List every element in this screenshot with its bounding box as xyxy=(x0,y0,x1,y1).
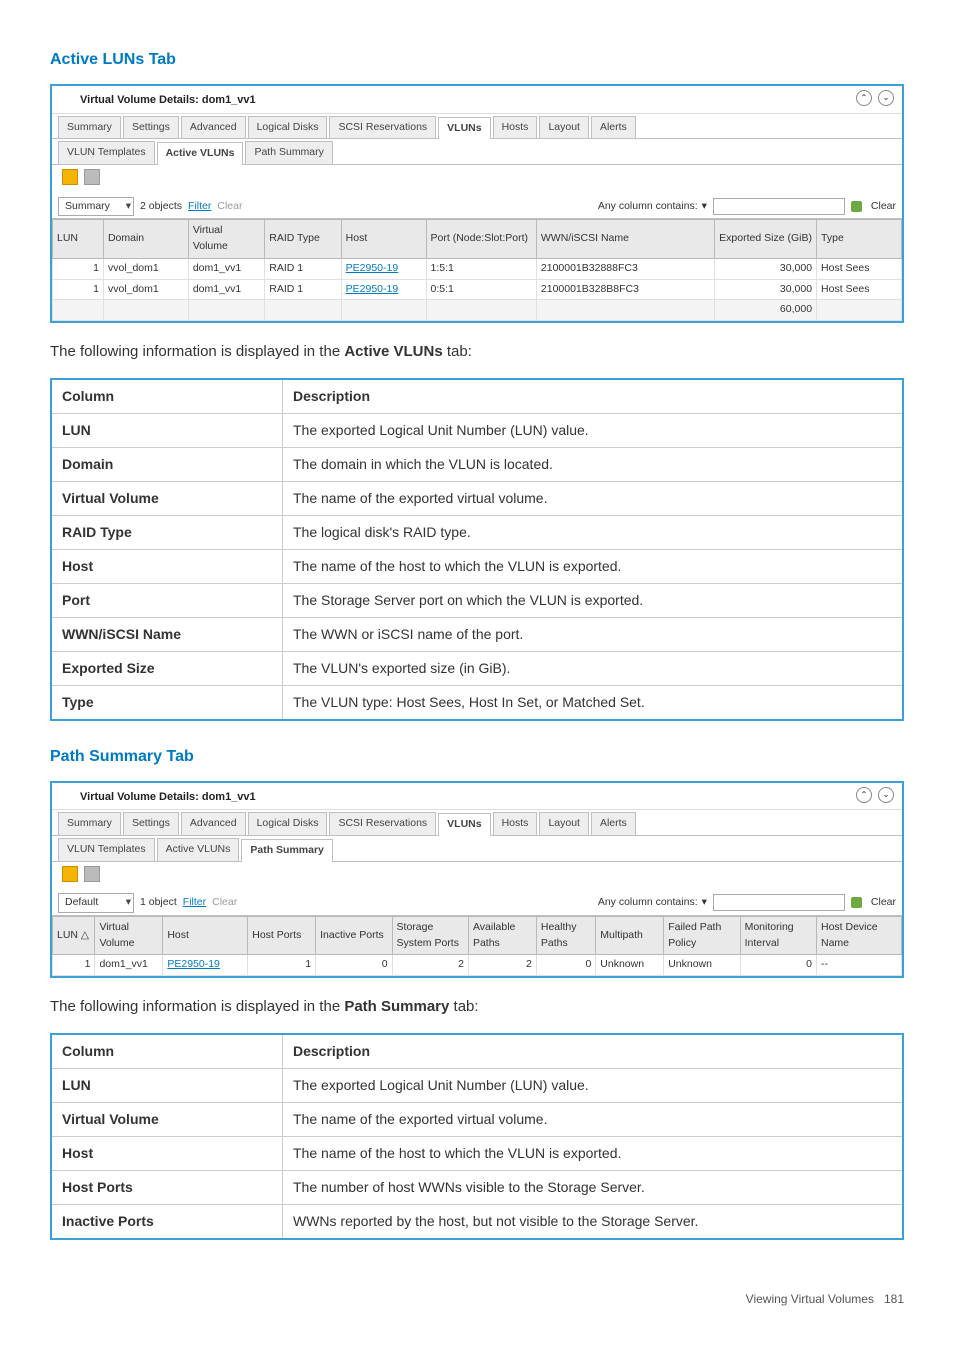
table-row[interactable]: 1 dom1_vv1 PE2950-19 1 0 2 2 0 Unknown U… xyxy=(53,955,902,976)
view-combo[interactable]: Summary xyxy=(58,197,134,217)
refresh-icon[interactable] xyxy=(62,169,78,185)
section1-intro: The following information is displayed i… xyxy=(50,341,904,364)
tab-settings[interactable]: Settings xyxy=(123,812,179,835)
clear-link: Clear xyxy=(212,895,237,911)
tab-logical-disks[interactable]: Logical Disks xyxy=(248,812,328,835)
col-type[interactable]: Type xyxy=(817,220,902,259)
col-domain[interactable]: Domain xyxy=(103,220,188,259)
tab-advanced[interactable]: Advanced xyxy=(181,812,246,835)
page-footer: Viewing Virtual Volumes 181 xyxy=(50,1290,904,1308)
icon-row xyxy=(52,165,902,195)
collapse-up-icon[interactable]: ⌃ xyxy=(856,90,872,106)
clear-button[interactable]: Clear xyxy=(871,895,896,911)
tab-alerts[interactable]: Alerts xyxy=(591,116,636,139)
col-raid[interactable]: RAID Type xyxy=(265,220,341,259)
col-lun[interactable]: LUN △ xyxy=(53,916,95,955)
col-avail-paths[interactable]: Available Paths xyxy=(468,916,536,955)
pin-icon[interactable] xyxy=(851,201,862,212)
section2-intro: The following information is displayed i… xyxy=(50,996,904,1019)
section2-desc-table: ColumnDescription LUNThe exported Logica… xyxy=(50,1033,904,1240)
col-wwn[interactable]: WWN/iSCSI Name xyxy=(536,220,714,259)
panel-title-text: Virtual Volume Details: dom1_vv1 xyxy=(80,94,256,106)
collapse-up-icon[interactable]: ⌃ xyxy=(856,787,872,803)
tab-settings[interactable]: Settings xyxy=(123,116,179,139)
col-host-ports[interactable]: Host Ports xyxy=(248,916,316,955)
col-multipath[interactable]: Multipath xyxy=(596,916,664,955)
tab-layout[interactable]: Layout xyxy=(539,812,589,835)
tab-summary[interactable]: Summary xyxy=(58,812,121,835)
tab-scsi-reservations[interactable]: SCSI Reservations xyxy=(329,116,436,139)
view-combo[interactable]: Default xyxy=(58,893,134,913)
col-storage-ports[interactable]: Storage System Ports xyxy=(392,916,468,955)
tab-vluns[interactable]: VLUNs xyxy=(438,117,490,140)
search-input[interactable] xyxy=(713,894,845,911)
subtab-vlun-templates[interactable]: VLUN Templates xyxy=(58,838,155,861)
anycol-label: Any column contains:▾ xyxy=(598,199,707,215)
subtab-active-vluns[interactable]: Active VLUNs xyxy=(157,838,240,861)
table-footer: 60,000 xyxy=(53,300,902,321)
col-inactive-ports[interactable]: Inactive Ports xyxy=(316,916,392,955)
filter-link[interactable]: Filter xyxy=(183,895,206,911)
sub-tabs: VLUN Templates Active VLUNs Path Summary xyxy=(52,139,902,165)
col-vv[interactable]: Virtual Volume xyxy=(188,220,264,259)
subtab-path-summary[interactable]: Path Summary xyxy=(241,839,333,862)
filter-toolbar-2: Default 1 object Filter Clear Any column… xyxy=(52,891,902,916)
tab-summary[interactable]: Summary xyxy=(58,116,121,139)
collapse-down-icon[interactable]: ⌄ xyxy=(878,90,894,106)
subtab-active-vluns[interactable]: Active VLUNs xyxy=(157,142,244,165)
panel-path-summary: Virtual Volume Details: dom1_vv1 ⌃ ⌄ Sum… xyxy=(50,781,904,979)
anycol-label: Any column contains:▾ xyxy=(598,895,707,911)
tab-scsi-reservations[interactable]: SCSI Reservations xyxy=(329,812,436,835)
object-count: 1 object xyxy=(140,895,177,911)
col-host[interactable]: Host xyxy=(163,916,248,955)
panel-active-vluns: Virtual Volume Details: dom1_vv1 ⌃ ⌄ Sum… xyxy=(50,84,904,323)
search-input[interactable] xyxy=(713,198,845,215)
print-icon[interactable] xyxy=(84,866,100,882)
col-host[interactable]: Host xyxy=(341,220,426,259)
collapse-down-icon[interactable]: ⌄ xyxy=(878,787,894,803)
col-lun[interactable]: LUN xyxy=(53,220,104,259)
tab-advanced[interactable]: Advanced xyxy=(181,116,246,139)
main-tabs: Summary Settings Advanced Logical Disks … xyxy=(52,114,902,140)
filter-toolbar: Summary 2 objects Filter Clear Any colum… xyxy=(52,195,902,220)
clear-link: Clear xyxy=(217,199,242,215)
tab-vluns[interactable]: VLUNs xyxy=(438,813,490,836)
col-port[interactable]: Port (Node:Slot:Port) xyxy=(426,220,536,259)
tab-hosts[interactable]: Hosts xyxy=(493,116,538,139)
panel2-title: Virtual Volume Details: dom1_vv1 ⌃ ⌄ xyxy=(52,783,902,811)
main-tabs-2: Summary Settings Advanced Logical Disks … xyxy=(52,810,902,836)
tab-alerts[interactable]: Alerts xyxy=(591,812,636,835)
col-size[interactable]: Exported Size (GiB) xyxy=(715,220,817,259)
tab-logical-disks[interactable]: Logical Disks xyxy=(248,116,328,139)
col-healthy-paths[interactable]: Healthy Paths xyxy=(536,916,595,955)
col-host-device[interactable]: Host Device Name xyxy=(817,916,902,955)
refresh-icon[interactable] xyxy=(62,866,78,882)
subtab-vlun-templates[interactable]: VLUN Templates xyxy=(58,141,155,164)
subtab-path-summary[interactable]: Path Summary xyxy=(245,141,332,164)
path-summary-table: LUN △ Virtual Volume Host Host Ports Ina… xyxy=(52,916,902,976)
section1-desc-table: ColumnDescription LUNThe exported Logica… xyxy=(50,378,904,721)
table-row[interactable]: 1 vvol_dom1 dom1_vv1 RAID 1 PE2950-19 1:… xyxy=(53,258,902,279)
table-row[interactable]: 1 vvol_dom1 dom1_vv1 RAID 1 PE2950-19 0:… xyxy=(53,279,902,300)
pin-icon[interactable] xyxy=(851,897,862,908)
col-vv[interactable]: Virtual Volume xyxy=(95,916,163,955)
section2-heading: Path Summary Tab xyxy=(50,745,904,769)
vluns-table: LUN Domain Virtual Volume RAID Type Host… xyxy=(52,219,902,321)
tab-layout[interactable]: Layout xyxy=(539,116,589,139)
col-monitoring[interactable]: Monitoring Interval xyxy=(740,916,816,955)
print-icon[interactable] xyxy=(84,169,100,185)
panel-title: Virtual Volume Details: dom1_vv1 ⌃ ⌄ xyxy=(52,86,902,114)
object-count: 2 objects xyxy=(140,199,182,215)
tab-hosts[interactable]: Hosts xyxy=(493,812,538,835)
section1-heading: Active LUNs Tab xyxy=(50,48,904,72)
filter-link[interactable]: Filter xyxy=(188,199,211,215)
sub-tabs-2: VLUN Templates Active VLUNs Path Summary xyxy=(52,836,902,862)
clear-button[interactable]: Clear xyxy=(871,199,896,215)
icon-row-2 xyxy=(52,862,902,892)
col-failed-policy[interactable]: Failed Path Policy xyxy=(664,916,740,955)
